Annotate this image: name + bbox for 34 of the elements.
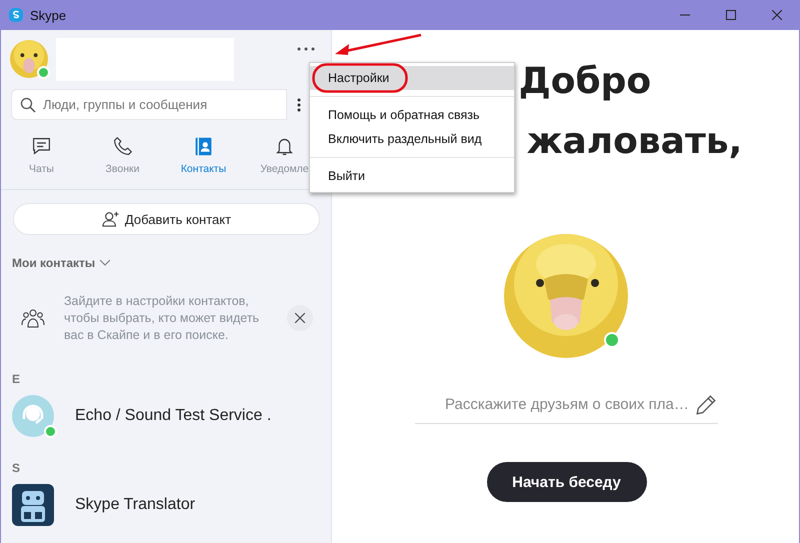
notice-text: Зайдите в настройки контактов, чтобы выбрать, кто может видеть вас в Скайпе и в его поиске. <box>64 292 260 344</box>
nav-tab[interactable]: Контакты <box>163 136 244 182</box>
mood-message-field[interactable]: Расскажите друзьям о своих пла… <box>443 395 691 414</box>
welcome-heading: Добро <box>518 60 652 104</box>
group-letter: E <box>12 372 22 386</box>
chat-bubble-icon <box>31 136 52 157</box>
contacts-section-heading[interactable]: Мои контакты <box>12 256 96 270</box>
menu-item[interactable]: Помощь и обратная связь <box>310 103 514 127</box>
phone-icon <box>112 136 133 157</box>
search-icon <box>20 97 36 113</box>
skype-logo-icon <box>8 7 24 23</box>
close-icon[interactable] <box>772 10 782 20</box>
window-title: Skype <box>30 8 66 22</box>
dial-pad-icon[interactable] <box>297 98 301 112</box>
search-field[interactable]: Люди, группы и сообщения <box>11 89 287 120</box>
start-conversation-button[interactable]: Начать беседу <box>486 462 646 502</box>
chevron-down-icon[interactable] <box>100 260 110 266</box>
add-person-icon <box>102 211 120 227</box>
welcome-heading: жаловать, <box>526 120 742 164</box>
contact-name[interactable]: Echo / Sound Test Service . <box>75 407 272 425</box>
more-options-icon[interactable] <box>296 47 316 51</box>
people-group-icon <box>21 308 45 328</box>
close-button[interactable] <box>287 305 313 331</box>
contact-card-icon <box>193 136 214 157</box>
close-icon <box>295 313 305 323</box>
headset-avatar-icon <box>12 395 54 437</box>
group-letter: S <box>12 461 22 475</box>
maximize-icon[interactable] <box>726 10 736 20</box>
add-contact-button[interactable]: Добавить контакт <box>13 203 320 235</box>
bell-icon <box>274 136 295 157</box>
contact-name[interactable]: Skype Translator <box>75 496 196 514</box>
pencil-icon[interactable] <box>695 394 717 416</box>
robot-avatar-icon <box>12 484 54 526</box>
menu-item[interactable]: Настройки <box>310 66 514 90</box>
